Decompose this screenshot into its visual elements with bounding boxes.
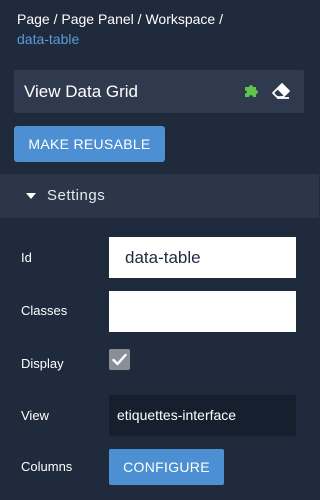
puzzle-icon[interactable] (243, 82, 261, 100)
settings-section-toggle[interactable]: Settings (0, 174, 319, 218)
columns-label: Columns (21, 459, 73, 474)
classes-field[interactable] (109, 291, 296, 332)
view-label: View (21, 408, 49, 423)
id-label: Id (21, 250, 32, 265)
eraser-icon[interactable] (271, 82, 291, 100)
id-field[interactable] (109, 237, 296, 278)
breadcrumb-current[interactable]: data-table (17, 31, 79, 47)
classes-label: Classes (21, 303, 68, 318)
breadcrumb-item-workspace[interactable]: Workspace (145, 11, 215, 27)
component-title: View Data Grid (24, 82, 139, 101)
make-reusable-button[interactable]: MAKE REUSABLE (14, 126, 165, 162)
checkmark-icon (112, 353, 127, 366)
caret-down-icon (26, 193, 36, 199)
display-label: Display (21, 356, 64, 371)
breadcrumb: Page / Page Panel / Workspace / data-tab… (17, 9, 309, 49)
display-checkbox[interactable] (109, 349, 130, 370)
settings-section-label: Settings (47, 187, 106, 204)
breadcrumb-item-page-panel[interactable]: Page Panel (61, 11, 133, 27)
component-header: View Data Grid (14, 70, 304, 113)
view-select[interactable]: etiquettes-interface (109, 395, 296, 436)
breadcrumb-item-page[interactable]: Page (17, 11, 50, 27)
configure-columns-button[interactable]: CONFIGURE (109, 449, 224, 485)
breadcrumb-separator: / (219, 11, 224, 27)
